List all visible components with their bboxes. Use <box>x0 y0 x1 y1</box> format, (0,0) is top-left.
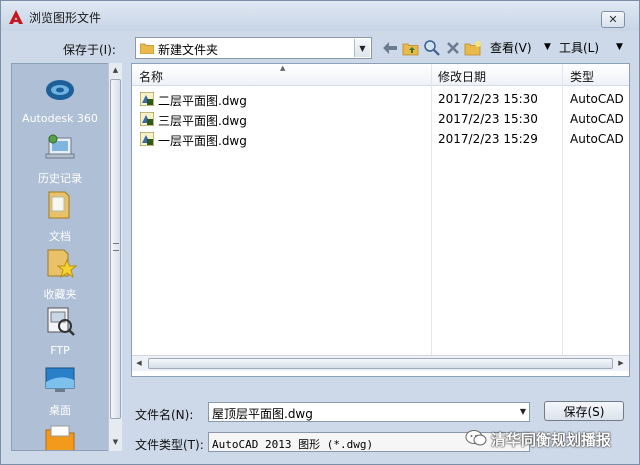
title-bar[interactable]: 浏览图形文件 ✕ <box>1 1 639 31</box>
place-label: 收藏夹 <box>43 288 77 301</box>
save-in-label: 保存于(I): <box>63 43 116 57</box>
watermark: 清华同衡规划播报 <box>465 427 640 451</box>
place-ftp[interactable]: FTP <box>12 304 108 357</box>
view-chevron-down-icon[interactable]: ▼ <box>544 42 551 52</box>
close-button[interactable]: ✕ <box>601 11 625 28</box>
chevron-down-icon[interactable]: ▼ <box>520 407 526 416</box>
filename-label: 文件名(N): <box>135 408 194 422</box>
wechat-icon <box>465 430 487 446</box>
place-desktop[interactable]: 桌面 <box>12 362 108 418</box>
favorites-icon <box>47 249 78 279</box>
place-more[interactable] <box>12 420 108 450</box>
file-date: 2017/2/23 15:29 <box>438 132 538 146</box>
view-menu[interactable]: 查看(V) <box>490 39 532 56</box>
window-title: 浏览图形文件 <box>29 11 102 25</box>
new-folder-icon[interactable] <box>464 39 482 57</box>
place-documents[interactable]: 文档 <box>12 188 108 244</box>
file-name: 三层平面图.dwg <box>158 114 247 128</box>
browse-drawing-dialog: 浏览图形文件 ✕ 保存于(I): 新建文件夹 ▼ 查看(V) ▼ 工具(L) ▼ <box>0 0 640 465</box>
place-label: 桌面 <box>49 404 71 417</box>
scroll-left-icon[interactable]: ◀ <box>132 356 146 371</box>
place-label: Autodesk 360 <box>22 112 98 125</box>
place-favorites[interactable]: 收藏夹 <box>12 246 108 302</box>
scrollbar-thumb[interactable] <box>110 79 121 419</box>
tools-chevron-down-icon[interactable]: ▼ <box>616 42 623 52</box>
chevron-down-icon[interactable]: ▼ <box>354 39 370 57</box>
folder-icon <box>140 43 154 54</box>
column-header-type[interactable]: 类型 <box>570 68 594 85</box>
dwg-file-icon <box>140 92 154 106</box>
place-history[interactable]: 历史记录 <box>12 130 108 186</box>
sort-ascending-icon: ▲ <box>280 64 286 72</box>
places-scrollbar[interactable]: ▲ ▼ <box>108 63 122 451</box>
scroll-right-icon[interactable]: ▶ <box>614 356 628 371</box>
documents-icon <box>48 191 70 219</box>
save-button[interactable]: 保存(S) <box>544 401 624 421</box>
save-in-value: 新建文件夹 <box>158 43 219 57</box>
tools-menu[interactable]: 工具(L) <box>559 39 599 56</box>
dwg-file-icon <box>140 132 154 146</box>
place-label: 历史记录 <box>38 172 82 185</box>
file-list-header: ▲ 名称 修改日期 类型 <box>132 64 629 86</box>
place-label: FTP <box>50 344 70 357</box>
file-type: AutoCAD <box>570 132 624 146</box>
filename-input[interactable]: 屋顶层平面图.dwg ▼ <box>208 402 530 422</box>
filetype-value: AutoCAD 2013 图形 (*.dwg) <box>212 438 374 451</box>
delete-icon[interactable] <box>444 39 462 57</box>
up-folder-icon[interactable] <box>402 39 420 57</box>
autodesk-360-icon <box>46 80 74 100</box>
filename-value: 屋顶层平面图.dwg <box>212 407 313 421</box>
scrollbar-thumb[interactable] <box>148 358 613 369</box>
dwg-file-icon <box>140 112 154 126</box>
file-date: 2017/2/23 15:30 <box>438 112 538 126</box>
autocad-logo-icon <box>9 10 23 24</box>
close-icon: ✕ <box>608 13 618 26</box>
file-row[interactable]: 三层平面图.dwg 2017/2/23 15:30 AutoCAD <box>132 109 629 129</box>
scroll-down-icon[interactable]: ▼ <box>109 435 122 449</box>
file-row[interactable]: 一层平面图.dwg 2017/2/23 15:29 AutoCAD <box>132 129 629 149</box>
column-header-date[interactable]: 修改日期 <box>438 68 486 85</box>
save-in-dropdown[interactable]: 新建文件夹 ▼ <box>135 37 372 59</box>
history-icon <box>45 134 75 159</box>
search-web-icon[interactable] <box>423 39 441 57</box>
places-sidebar: Autodesk 360 历史记录 文档 收藏夹 FTP 桌面 <box>11 63 119 451</box>
desktop-icon <box>45 367 75 392</box>
watermark-text: 清华同衡规划播报 <box>491 431 612 449</box>
file-name: 一层平面图.dwg <box>158 134 247 148</box>
file-row[interactable]: 二层平面图.dwg 2017/2/23 15:30 AutoCAD <box>132 89 629 109</box>
column-header-name[interactable]: 名称 <box>139 68 163 85</box>
file-type: AutoCAD <box>570 112 624 126</box>
folder-icon <box>45 425 75 450</box>
ftp-icon <box>47 307 75 336</box>
file-date: 2017/2/23 15:30 <box>438 92 538 106</box>
file-list-hscrollbar[interactable]: ◀ ▶ <box>132 355 629 371</box>
place-label: 文档 <box>49 230 71 243</box>
scroll-up-icon[interactable]: ▲ <box>109 63 122 77</box>
filetype-label: 文件类型(T): <box>135 438 204 452</box>
file-type: AutoCAD <box>570 92 624 106</box>
place-autodesk-360[interactable]: Autodesk 360 <box>12 72 108 125</box>
back-arrow-icon[interactable] <box>381 39 399 57</box>
file-list[interactable]: ▲ 名称 修改日期 类型 二层平面图.dwg 2017/2/23 15:30 A… <box>131 63 630 377</box>
file-name: 二层平面图.dwg <box>158 94 247 108</box>
